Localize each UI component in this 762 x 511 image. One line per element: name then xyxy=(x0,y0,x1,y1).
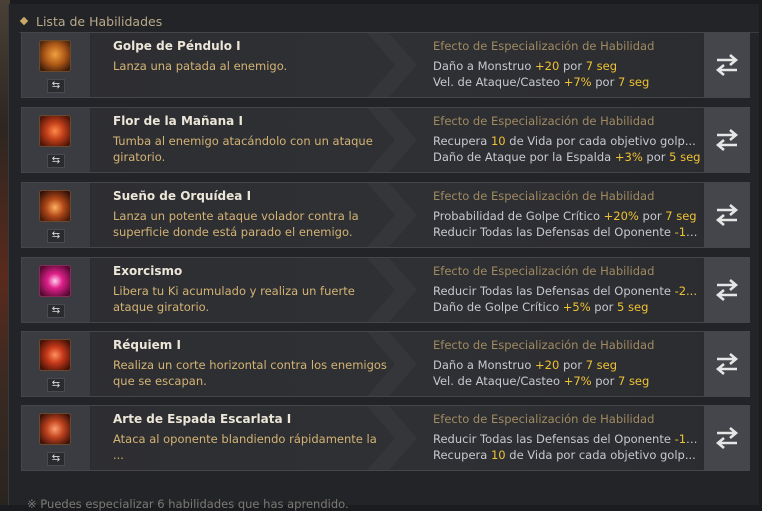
skill-name: Réquiem I xyxy=(113,338,181,352)
spec-effect: Recupera 10 de Vida por cada objetivo go… xyxy=(433,134,696,148)
scarlet-sword-icon[interactable] xyxy=(39,413,71,445)
horizontal-slash-icon[interactable] xyxy=(39,339,71,371)
swap-arrows-icon xyxy=(715,353,739,375)
skill-icon-column: ⇆ xyxy=(22,33,91,97)
footer-note: ※ Puedes especializar 6 habilidades que … xyxy=(27,497,349,511)
spec-effect: Daño a Monstruo +20 por 7 seg xyxy=(433,358,618,372)
skill-description: Tumba al enemigo atacándolo con un ataqu… xyxy=(113,134,373,164)
spec-title: Efecto de Especialización de Habilidad xyxy=(433,412,655,426)
swap-button[interactable] xyxy=(703,183,750,247)
spec-effect: Daño a Monstruo +20 por 7 seg xyxy=(433,59,618,73)
spec-effect: Reducir Todas las Defensas del Oponente … xyxy=(433,284,697,298)
swap-small-icon: ⇆ xyxy=(47,378,65,392)
spec-title: Efecto de Especialización de Habilidad xyxy=(433,189,655,203)
swap-button[interactable] xyxy=(703,33,750,97)
skill-icon-column: ⇆ xyxy=(22,406,91,470)
diamond-bullet-icon xyxy=(19,16,29,26)
swap-small-icon: ⇆ xyxy=(47,79,65,93)
skill-name: Flor de la Mañana I xyxy=(113,114,243,128)
skill-icon-column: ⇆ xyxy=(22,108,91,172)
panel-header: Lista de Habilidades xyxy=(19,10,163,32)
skill-icon-column: ⇆ xyxy=(22,258,91,322)
kick-skill-icon[interactable] xyxy=(39,40,71,72)
swap-arrows-icon xyxy=(715,204,739,226)
spec-effect: Reducir Todas las Defensas del Oponente … xyxy=(433,432,703,446)
spec-title: Efecto de Especialización de Habilidad xyxy=(433,114,655,128)
swap-small-icon: ⇆ xyxy=(47,304,65,318)
swap-small-icon: ⇆ xyxy=(47,229,65,243)
swap-button[interactable] xyxy=(703,332,750,396)
spec-title: Efecto de Especialización de Habilidad xyxy=(433,39,655,53)
skill-row: ⇆ Exorcismo Libera tu Ki acumulado y rea… xyxy=(21,257,750,323)
spec-effect: Reducir Todas las Defensas del Oponente … xyxy=(433,225,703,239)
spec-effect: Vel. de Ataque/Casteo +7% por 7 seg xyxy=(433,75,650,89)
skill-description: Realiza un corte horizontal contra los e… xyxy=(113,358,387,388)
swap-arrows-icon xyxy=(715,279,739,301)
spec-effect: Probabilidad de Golpe Crítico +20% por 7… xyxy=(433,209,697,223)
skill-row: ⇆ Golpe de Péndulo I Lanza una patada al… xyxy=(21,32,750,98)
spin-skill-icon[interactable] xyxy=(39,115,71,147)
skill-row: ⇆ Sueño de Orquídea I Lanza un potente a… xyxy=(21,182,750,248)
skill-row: ⇆ Flor de la Mañana I Tumba al enemigo a… xyxy=(21,107,750,173)
swap-button[interactable] xyxy=(703,258,750,322)
skill-name: Arte de Espada Escarlata I xyxy=(113,412,292,426)
flying-strike-icon[interactable] xyxy=(39,190,71,222)
skill-icon-column: ⇆ xyxy=(22,183,91,247)
swap-arrows-icon xyxy=(715,427,739,449)
skill-name: Golpe de Péndulo I xyxy=(113,39,241,53)
skill-description: Ataca al oponente blandiendo rápidamente… xyxy=(113,432,377,462)
skill-list-panel: Lista de Habilidades ⇆ Golpe de Péndulo … xyxy=(8,4,759,511)
spec-effect: Daño de Golpe Crítico +5% por 5 seg xyxy=(433,300,649,314)
swap-button[interactable] xyxy=(703,108,750,172)
skill-description: Libera tu Ki acumulado y realiza un fuer… xyxy=(113,284,355,314)
swap-small-icon: ⇆ xyxy=(47,452,65,466)
skill-row: ⇆ Réquiem I Realiza un corte horizontal … xyxy=(21,331,750,397)
skill-description: Lanza un potente ataque volador contra l… xyxy=(113,209,359,239)
swap-arrows-icon xyxy=(715,129,739,151)
skill-name: Exorcismo xyxy=(113,264,183,278)
swap-button[interactable] xyxy=(703,406,750,470)
panel-title: Lista de Habilidades xyxy=(36,13,163,29)
swap-small-icon: ⇆ xyxy=(47,154,65,168)
spec-effect: Vel. de Ataque/Casteo +7% por 7 seg xyxy=(433,374,650,388)
ki-release-icon[interactable] xyxy=(39,265,71,297)
spec-effect: Daño de Ataque por la Espalda +3% por 5 … xyxy=(433,150,701,164)
spec-title: Efecto de Especialización de Habilidad xyxy=(433,264,655,278)
spec-title: Efecto de Especialización de Habilidad xyxy=(433,338,655,352)
skill-row: ⇆ Arte de Espada Escarlata I Ataca al op… xyxy=(21,405,750,471)
spec-effect: Recupera 10 de Vida por cada objetivo go… xyxy=(433,448,696,462)
swap-arrows-icon xyxy=(715,54,739,76)
skill-description: Lanza una patada al enemigo. xyxy=(113,59,288,73)
skill-name: Sueño de Orquídea I xyxy=(113,189,252,203)
skill-icon-column: ⇆ xyxy=(22,332,91,396)
